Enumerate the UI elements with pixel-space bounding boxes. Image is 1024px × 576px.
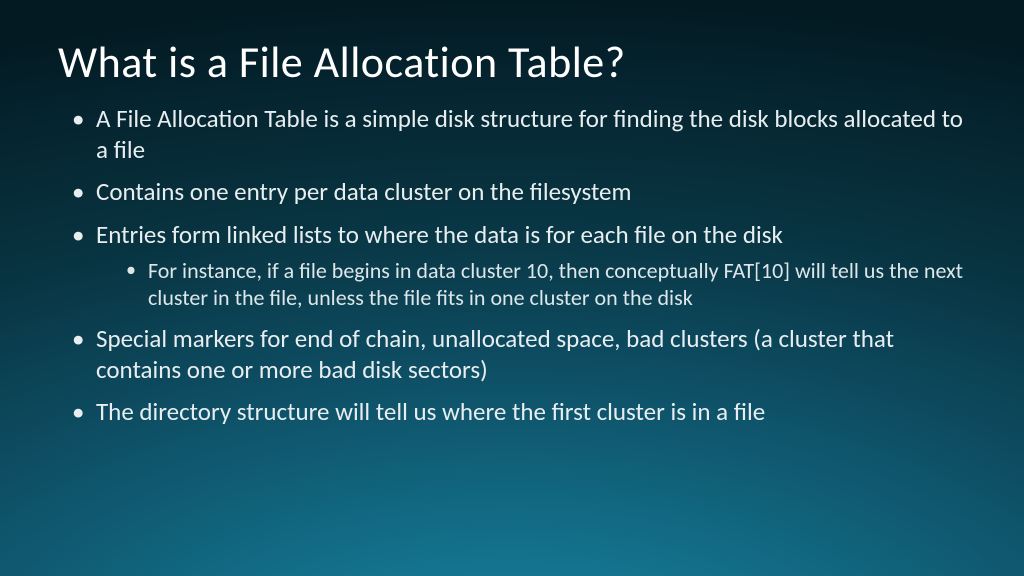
bullet-list: A File Allocation Table is a simple disk… [58, 104, 974, 427]
list-item: Entries form linked lists to where the d… [72, 220, 974, 312]
bullet-text: A File Allocation Table is a simple disk… [96, 103, 963, 165]
bullet-text: The directory structure will tell us whe… [96, 396, 765, 427]
list-item: The directory structure will tell us whe… [72, 397, 974, 428]
bullet-text: Contains one entry per data cluster on t… [96, 176, 631, 207]
list-item: A File Allocation Table is a simple disk… [72, 104, 974, 165]
sub-list-item: For instance, if a file begins in data c… [126, 258, 974, 312]
bullet-text: Special markers for end of chain, unallo… [96, 323, 894, 385]
bullet-text: Entries form linked lists to where the d… [96, 219, 783, 250]
slide: What is a File Allocation Table? A File … [0, 0, 1024, 576]
sub-list: For instance, if a file begins in data c… [96, 258, 974, 312]
list-item: Special markers for end of chain, unallo… [72, 324, 974, 385]
slide-title: What is a File Allocation Table? [58, 38, 974, 86]
list-item: Contains one entry per data cluster on t… [72, 177, 974, 208]
sub-bullet-text: For instance, if a file begins in data c… [148, 257, 963, 311]
